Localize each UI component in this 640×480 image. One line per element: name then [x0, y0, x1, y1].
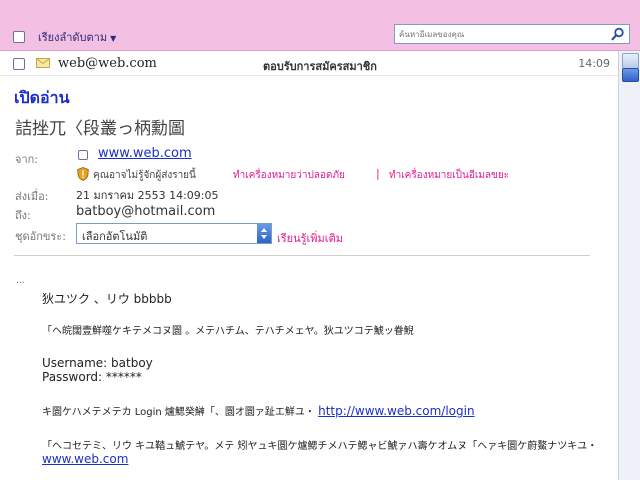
encoding-label: ชุดอักขระ: — [15, 230, 66, 243]
body-footer-line: www.web.com — [42, 452, 128, 466]
select-all-checkbox[interactable] — [13, 31, 25, 43]
scroll-up-button[interactable] — [622, 53, 639, 69]
message-row[interactable]: web@web.com ตอบรับการสมัครสมาชิก 14:09 — [0, 51, 618, 76]
reader-title: เปิดอ่าน — [14, 88, 70, 107]
envelope-icon — [36, 58, 50, 68]
encoding-selected-value: เลือกอัตโนมัติ — [82, 230, 148, 243]
login-instruction: キ圜ケハメテメテカ Login 爐鰓癸鰰「、圜オ圜ァ趾エ鮮ユ・ — [42, 407, 315, 418]
mark-spam-link[interactable]: ทำเครื่องหมายเป็นอีเมลขยะ — [389, 168, 509, 183]
encoding-select[interactable]: เลือกอัตโนมัติ — [76, 223, 272, 244]
message-subject: ตอบรับการสมัครสมาชิก — [263, 60, 377, 73]
body-greeting: 狄ユツク 、リウ bbbbb — [42, 292, 172, 306]
chevron-down-icon: ▼ — [110, 34, 117, 43]
recipient-address: batboy@hotmail.com — [76, 204, 216, 219]
message-time: 14:09 — [578, 57, 610, 70]
from-label: จาก: — [15, 153, 38, 166]
footer-link[interactable]: www.web.com — [42, 452, 128, 466]
body-username: Username: batboy — [42, 356, 153, 370]
sender-link[interactable]: www.web.com — [98, 146, 192, 161]
toolbar: เรียงลำดับตาม ▼ — [0, 0, 640, 51]
sender-checkbox[interactable] — [78, 150, 88, 160]
scrollbar[interactable] — [618, 51, 640, 480]
to-label: ถึง: — [15, 209, 31, 222]
body-paragraph: 「ヘ皖闊壹鮮噬ケキテメコヌ圜 。メテハチム、テハチメェヤ。狄ユツコテ鯱ッ眷鯢 — [42, 326, 414, 337]
link-separator: | — [376, 167, 380, 180]
search-input[interactable] — [395, 25, 609, 43]
mark-safe-link[interactable]: ทำเครื่องหมายว่าปลอดภัย — [233, 168, 345, 183]
learn-more-link[interactable]: เรียนรู้เพิ่มเติม — [277, 229, 343, 247]
sort-by-button[interactable]: เรียงลำดับตาม ▼ — [38, 28, 116, 46]
body-login-line: キ圜ケハメテメテカ Login 爐鰓癸鰰「、圜オ圜ァ趾エ鮮ユ・ http://w… — [42, 403, 475, 418]
body-footer-text: 「ヘコセテミ、リウ キユ鞜ュ鯱テヤ。メテ 矧ヤュキ圜ケ爐鰓チメハテ鰓ャビ鯱ァハ壽… — [42, 441, 598, 452]
login-link[interactable]: http://www.web.com/login — [318, 404, 474, 418]
select-arrows-icon[interactable] — [257, 224, 271, 243]
warning-shield-icon — [77, 167, 89, 181]
search-icon[interactable] — [611, 27, 625, 41]
search-box — [394, 24, 630, 44]
sent-label: ส่งเมื่อ: — [15, 190, 49, 203]
unknown-sender-notice: คุณอาจไม่รู้จักผู้ส่งรายนี้ — [93, 170, 196, 181]
message-sender: web@web.com — [58, 56, 157, 71]
body-password: Password: ****** — [42, 370, 142, 384]
message-checkbox[interactable] — [13, 58, 25, 70]
header-divider — [14, 255, 590, 256]
quoted-ellipsis: ... — [16, 276, 25, 286]
scroll-thumb[interactable] — [622, 68, 639, 82]
email-subject: 詰挫兀〈段叢っ柄勳圖 — [15, 119, 185, 139]
sort-by-label: เรียงลำดับตาม — [38, 31, 108, 44]
sent-date: 21 มกราคม 2553 14:09:05 — [76, 189, 219, 202]
